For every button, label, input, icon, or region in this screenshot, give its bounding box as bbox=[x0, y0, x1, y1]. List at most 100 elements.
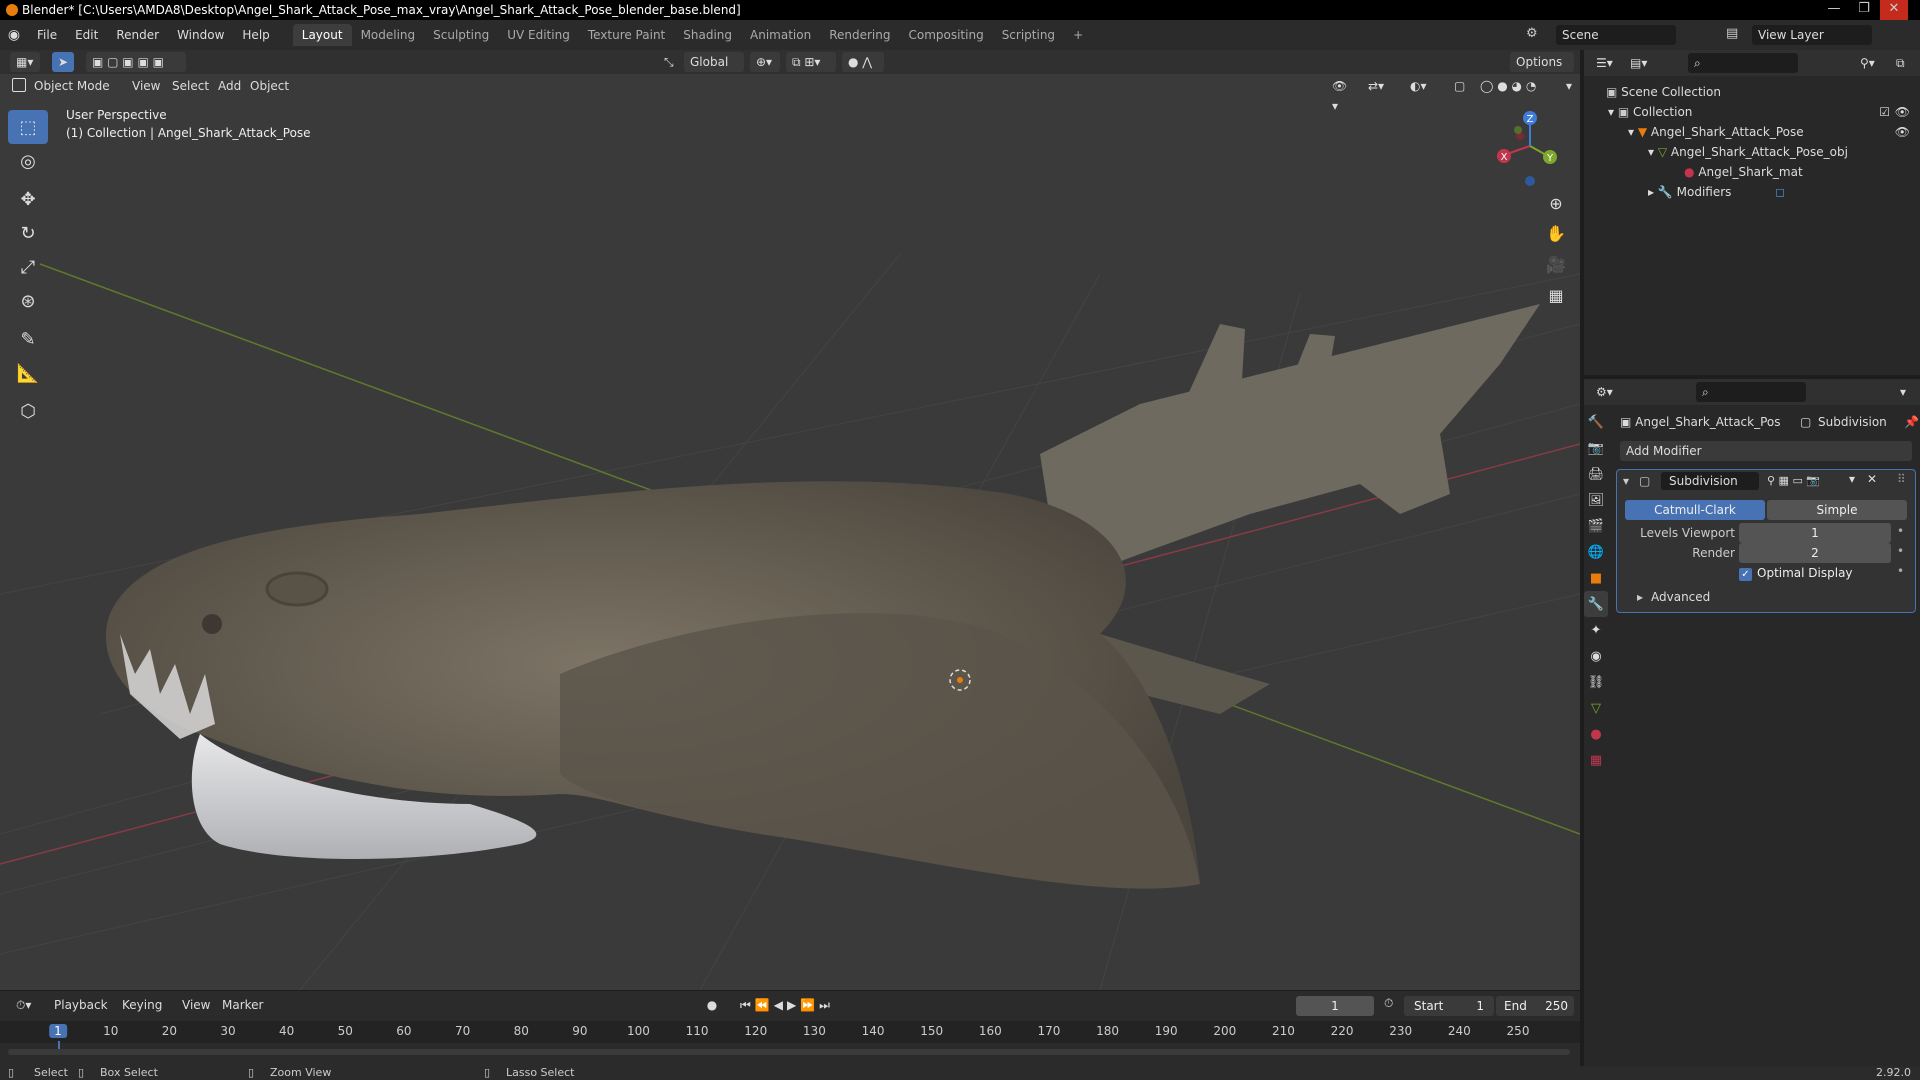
menu-render[interactable]: Render bbox=[107, 20, 168, 50]
modifier-tab-icon[interactable]: 🔧 bbox=[1584, 591, 1608, 617]
output-tab-icon[interactable]: 🖨 bbox=[1584, 461, 1608, 487]
outliner-row-modifiers[interactable]: ▸ 🔧 Modifiers ◻ bbox=[1584, 182, 1920, 202]
select-tool-icon[interactable]: ➤ bbox=[52, 52, 74, 72]
modifier-name-input[interactable]: Subdivision bbox=[1661, 472, 1759, 490]
perspective-toggle-icon[interactable]: ▦ bbox=[1542, 282, 1570, 310]
navigation-gizmo[interactable]: X Y Z bbox=[1490, 106, 1580, 196]
tab-sculpting[interactable]: Sculpting bbox=[424, 24, 498, 46]
scene-tab-icon[interactable]: 🎬 bbox=[1584, 513, 1608, 539]
world-tab-icon[interactable]: 🌐 bbox=[1584, 539, 1608, 565]
optimal-display-checkbox[interactable]: ✓ bbox=[1739, 568, 1752, 581]
add-modifier-dropdown[interactable]: Add Modifier bbox=[1620, 441, 1912, 461]
constraints-tab-icon[interactable]: ⛓ bbox=[1584, 669, 1608, 695]
tab-compositing[interactable]: Compositing bbox=[899, 24, 992, 46]
view-layer-selector[interactable]: View Layer bbox=[1752, 25, 1872, 45]
render-tab-icon[interactable]: 📷 bbox=[1584, 435, 1608, 461]
viewport-menu-select[interactable]: Select bbox=[166, 76, 215, 96]
outliner-row-scene-collection[interactable]: ▣ Scene Collection bbox=[1584, 82, 1920, 102]
tab-layout[interactable]: Layout bbox=[292, 24, 352, 46]
rotate-tool-icon[interactable]: ↻ bbox=[8, 216, 48, 250]
properties-search-input[interactable]: ⌕ bbox=[1696, 382, 1806, 402]
collection-expand-icon[interactable]: ▾ bbox=[1608, 105, 1614, 119]
shading-dropdown-icon[interactable]: ▾ bbox=[1560, 76, 1576, 96]
keyframe-dot-icon[interactable]: • bbox=[1897, 564, 1904, 578]
zoom-view-icon[interactable]: ⊕ bbox=[1542, 190, 1570, 218]
mesh-expand-icon[interactable]: ▾ bbox=[1648, 145, 1654, 159]
viewport-menu-object[interactable]: Object bbox=[244, 76, 295, 96]
properties-options-icon[interactable]: ▾ bbox=[1894, 382, 1914, 402]
snap-icon[interactable]: ⧉ ⊞▾ bbox=[786, 52, 836, 72]
levels-viewport-field[interactable]: 1 bbox=[1739, 523, 1891, 543]
outliner-row-object[interactable]: ▾ ▼ Angel_Shark_Attack_Pose 👁 bbox=[1584, 122, 1920, 142]
pan-view-icon[interactable]: ✋ bbox=[1542, 220, 1570, 248]
object-expand-icon[interactable]: ▾ bbox=[1628, 125, 1634, 139]
outliner-editor-type-icon[interactable]: ☰▾ bbox=[1590, 53, 1620, 73]
modifier-toggles[interactable]: ⚲ ▦ ▭ 📷 bbox=[1767, 472, 1847, 490]
object-mode-dropdown[interactable]: Object Mode bbox=[28, 76, 122, 96]
menu-window[interactable]: Window bbox=[168, 20, 233, 50]
maximize-button[interactable]: ❐ bbox=[1850, 0, 1878, 20]
proportional-editing-icon[interactable]: ● ⋀ bbox=[842, 52, 884, 72]
advanced-subpanel[interactable]: Advanced bbox=[1651, 590, 1710, 604]
add-cube-tool-icon[interactable]: ⬡ bbox=[8, 394, 48, 428]
timeline-menu-keying[interactable]: Keying bbox=[116, 995, 168, 1015]
timeline-menu-view[interactable]: View bbox=[176, 995, 216, 1015]
object-data-tab-icon[interactable]: ▽ bbox=[1584, 695, 1608, 721]
new-collection-icon[interactable]: ⧉ bbox=[1890, 53, 1912, 73]
transform-orientation-dropdown[interactable]: Global bbox=[684, 52, 744, 72]
editor-type-icon[interactable]: ▦▾ bbox=[10, 52, 40, 72]
physics-tab-icon[interactable]: ◉ bbox=[1584, 643, 1608, 669]
render-levels-field[interactable]: 2 bbox=[1739, 543, 1891, 563]
object-tab-icon[interactable]: ■ bbox=[1584, 565, 1608, 591]
timeline-menu-marker[interactable]: Marker bbox=[216, 995, 269, 1015]
tab-rendering[interactable]: Rendering bbox=[820, 24, 899, 46]
texture-tab-icon[interactable]: ▦ bbox=[1584, 747, 1608, 773]
tab-texture-paint[interactable]: Texture Paint bbox=[579, 24, 674, 46]
outliner-row-mesh[interactable]: ▾ ▽ Angel_Shark_Attack_Pose_obj bbox=[1584, 142, 1920, 162]
catmull-clark-button[interactable]: Catmull-Clark bbox=[1625, 500, 1765, 520]
simple-button[interactable]: Simple bbox=[1767, 500, 1907, 520]
tab-modeling[interactable]: Modeling bbox=[352, 24, 425, 46]
xray-toggle-icon[interactable]: ▢ bbox=[1448, 76, 1466, 96]
outliner-row-material[interactable]: ● Angel_Shark_mat bbox=[1584, 162, 1920, 182]
3d-viewport[interactable] bbox=[0, 74, 1580, 990]
filter-icon[interactable]: ⚲▾ bbox=[1854, 53, 1884, 73]
tab-animation[interactable]: Animation bbox=[741, 24, 820, 46]
camera-view-icon[interactable]: 🎥 bbox=[1542, 251, 1570, 279]
close-window-button[interactable]: ✕ bbox=[1880, 0, 1908, 20]
tab-uv-editing[interactable]: UV Editing bbox=[498, 24, 579, 46]
transform-tool-icon[interactable]: ⊛ bbox=[8, 284, 48, 318]
scale-tool-icon[interactable]: ⤢ bbox=[8, 250, 48, 284]
menu-help[interactable]: Help bbox=[233, 20, 278, 50]
start-frame-field[interactable]: Start 1 bbox=[1404, 996, 1494, 1016]
keyframe-dot-icon[interactable]: • bbox=[1897, 524, 1904, 538]
viewport-menu-add[interactable]: Add bbox=[212, 76, 247, 96]
menu-edit[interactable]: Edit bbox=[66, 20, 107, 50]
preview-range-icon[interactable]: ⏱ bbox=[1384, 996, 1393, 1011]
blender-menu-icon[interactable]: ◉ bbox=[0, 27, 28, 43]
timeline-editor-type-icon[interactable]: ⏱▾ bbox=[10, 995, 40, 1015]
properties-editor-type-icon[interactable]: ⚙▾ bbox=[1590, 382, 1620, 402]
panel-collapse-icon[interactable]: ▾ bbox=[1623, 474, 1629, 488]
viewport-menu-view[interactable]: View bbox=[126, 76, 166, 96]
outliner-display-mode-icon[interactable]: ▤▾ bbox=[1624, 53, 1654, 73]
view-layer-tab-icon[interactable]: 🖼 bbox=[1584, 487, 1608, 513]
options-dropdown[interactable]: Options bbox=[1510, 52, 1574, 72]
particles-tab-icon[interactable]: ✦ bbox=[1584, 617, 1608, 643]
tab-scripting[interactable]: Scripting bbox=[993, 24, 1064, 46]
playback-controls[interactable]: ⏮⏪◀▶⏩⏭ bbox=[740, 995, 860, 1015]
material-tab-icon[interactable]: ● bbox=[1584, 721, 1608, 747]
cursor-tool-icon[interactable]: ◎ bbox=[8, 144, 48, 178]
pin-icon[interactable]: 📌 bbox=[1904, 409, 1919, 435]
modifier-dropdown-icon[interactable]: ▾ bbox=[1849, 472, 1855, 486]
scene-selector[interactable]: Scene bbox=[1556, 25, 1676, 45]
outliner-search-input[interactable]: ⌕ bbox=[1688, 53, 1798, 73]
outliner-row-collection[interactable]: ▾ ▣ Collection ☑ 👁 bbox=[1584, 102, 1920, 122]
collection-visibility-icon[interactable]: 👁 bbox=[1895, 102, 1910, 122]
keyframe-dot-icon[interactable]: • bbox=[1897, 544, 1904, 558]
collection-checkbox-icon[interactable]: ☑ bbox=[1879, 102, 1890, 122]
tab-shading[interactable]: Shading bbox=[674, 24, 741, 46]
measure-tool-icon[interactable]: 📐 bbox=[8, 356, 48, 390]
modifiers-expand-icon[interactable]: ▸ bbox=[1648, 185, 1654, 199]
shark-model[interactable] bbox=[105, 304, 1540, 889]
